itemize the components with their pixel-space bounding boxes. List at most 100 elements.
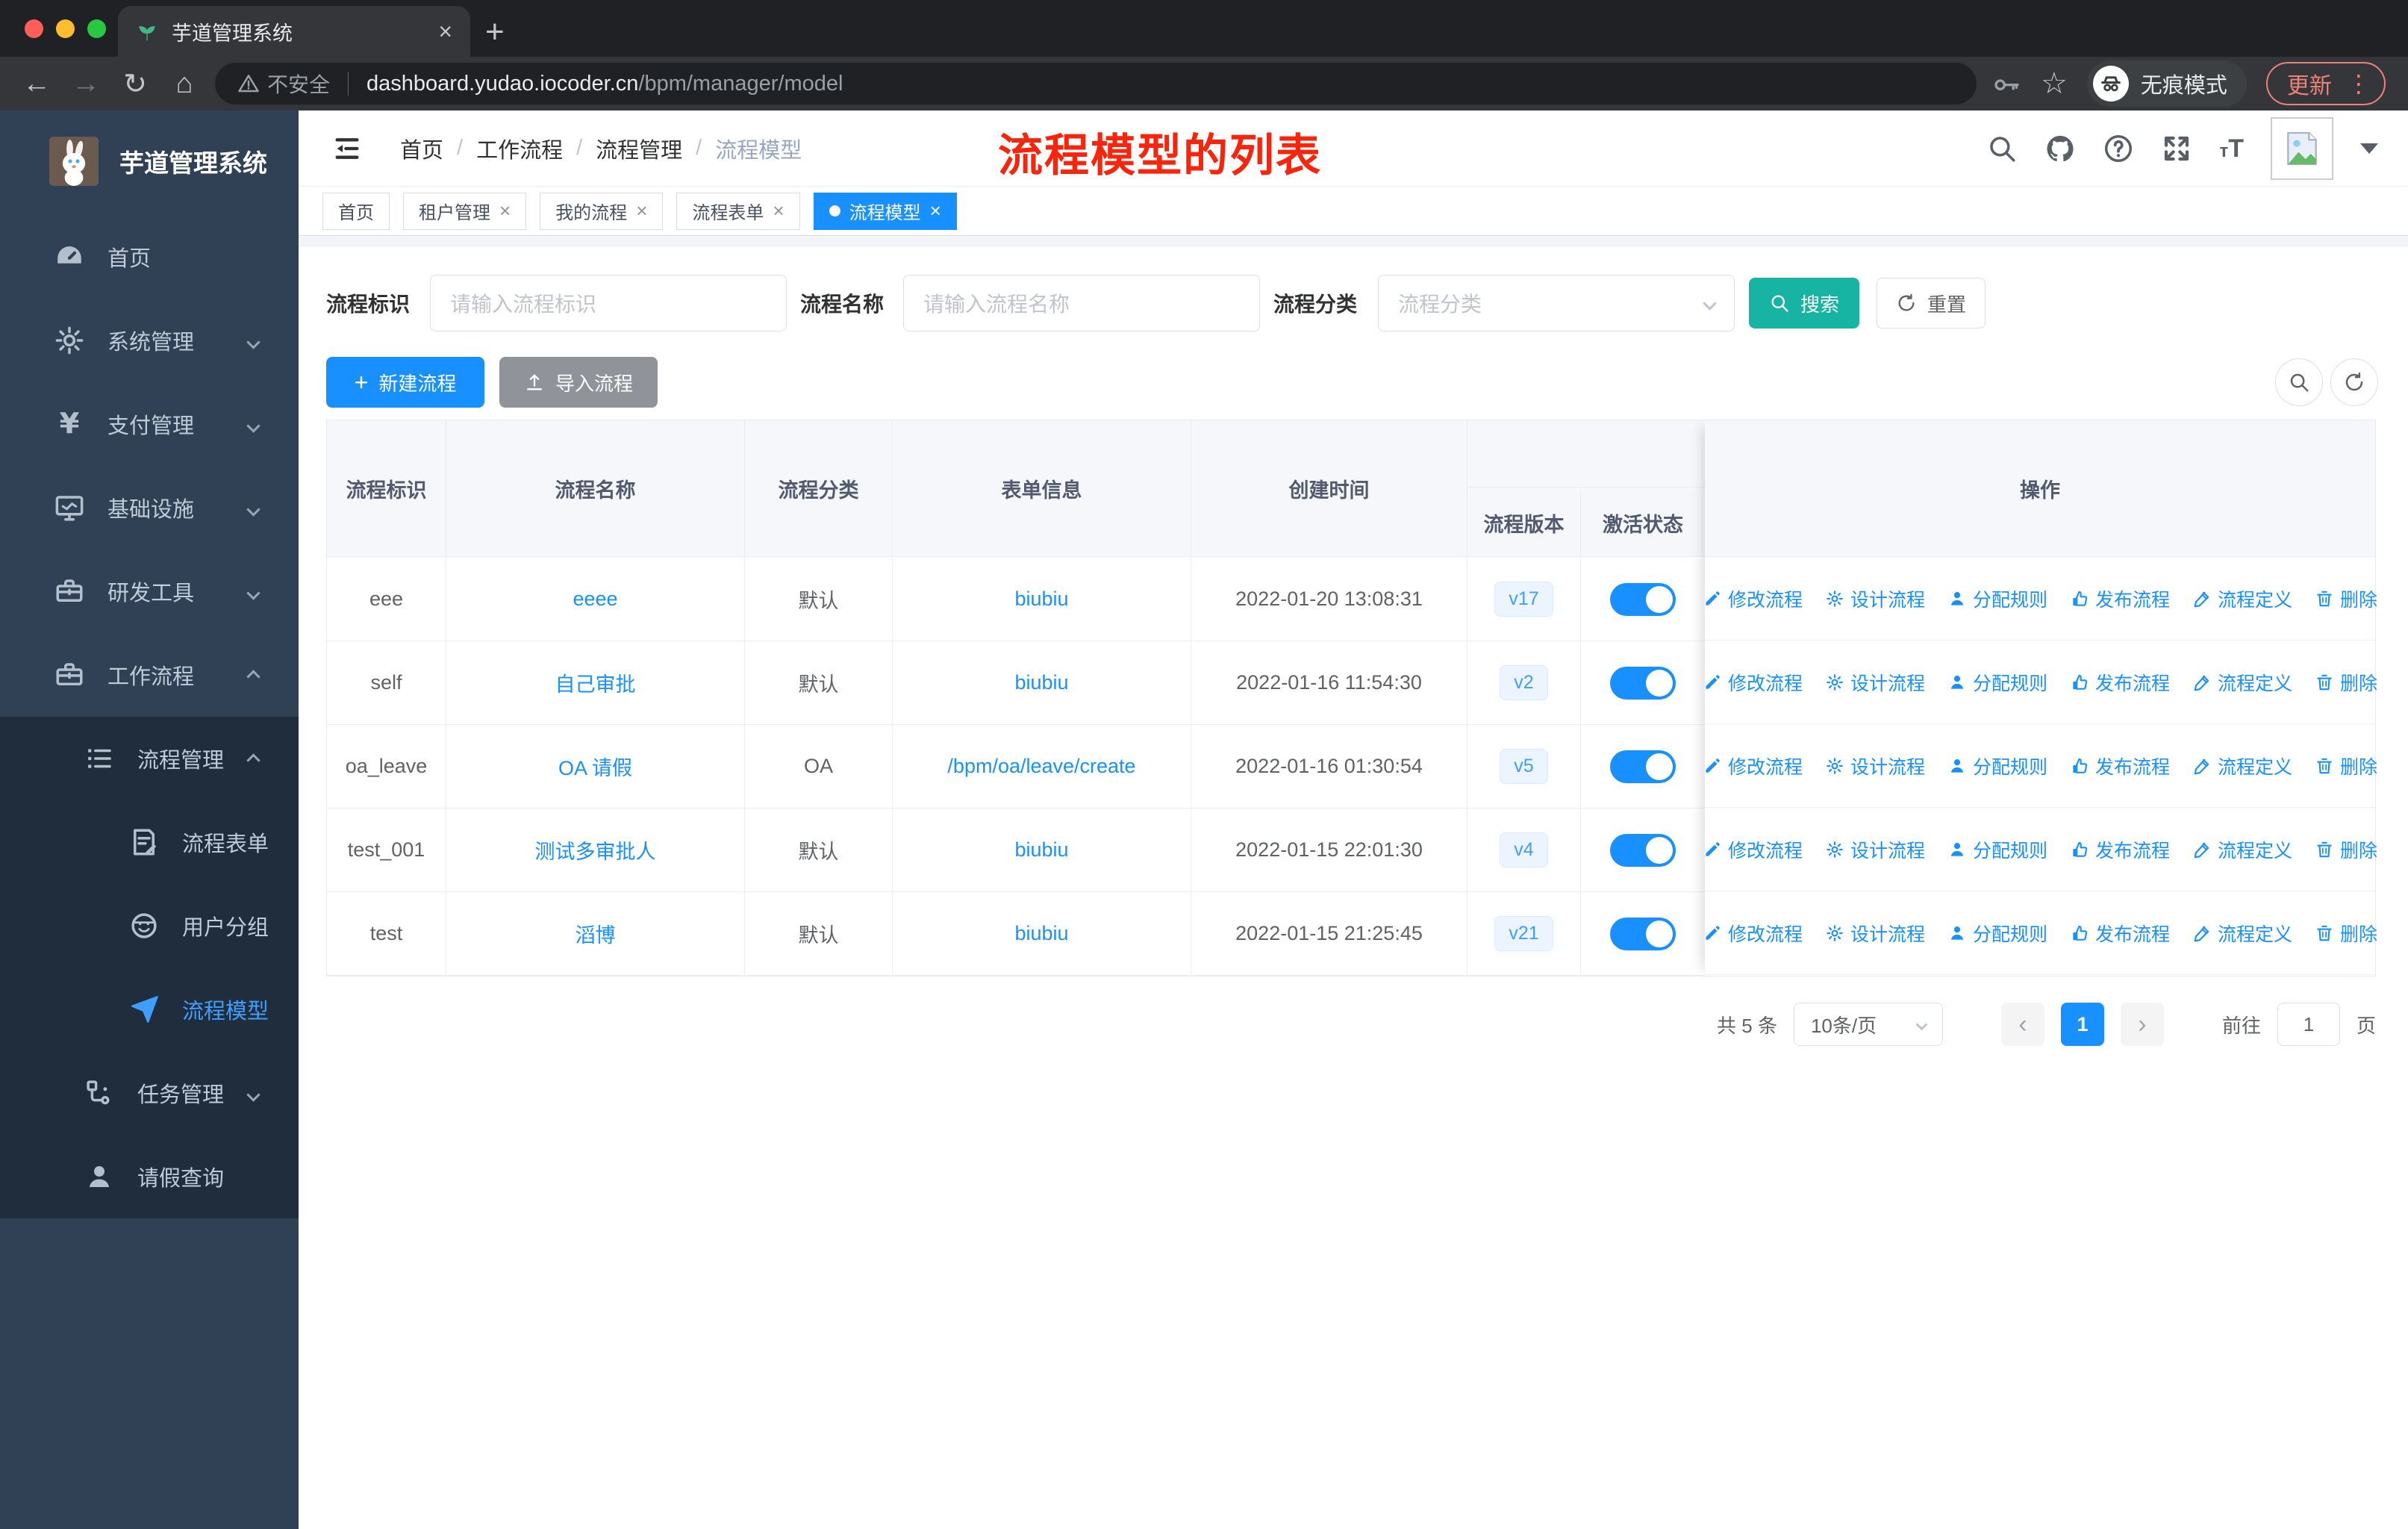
filter-name-input[interactable]: 请输入流程名称 bbox=[903, 275, 1260, 331]
action-流程定义[interactable]: 流程定义 bbox=[2192, 669, 2292, 696]
cell-form[interactable]: biubiu bbox=[893, 809, 1191, 891]
action-发布流程[interactable]: 发布流程 bbox=[2070, 753, 2170, 779]
cell-form[interactable]: biubiu bbox=[893, 558, 1191, 641]
cell-name[interactable]: 测试多审批人 bbox=[446, 809, 745, 891]
action-流程定义[interactable]: 流程定义 bbox=[2192, 836, 2292, 863]
search-icon[interactable] bbox=[1986, 133, 2018, 164]
cell-name[interactable]: OA 请假 bbox=[446, 725, 745, 808]
tag-流程表单[interactable]: 流程表单 × bbox=[676, 192, 800, 230]
active-toggle[interactable] bbox=[1610, 582, 1676, 616]
help-icon[interactable] bbox=[2103, 133, 2134, 164]
breadcrumb-item[interactable]: 工作流程 bbox=[476, 133, 563, 164]
avatar-caret-icon[interactable] bbox=[2360, 143, 2378, 154]
tag-首页[interactable]: 首页 bbox=[322, 192, 390, 230]
active-toggle[interactable] bbox=[1610, 917, 1676, 950]
filter-id-input[interactable]: 请输入流程标识 bbox=[430, 275, 787, 331]
action-发布流程[interactable]: 发布流程 bbox=[2070, 836, 2170, 863]
maximize-window-button[interactable] bbox=[87, 19, 106, 38]
cell-form[interactable]: biubiu bbox=[893, 892, 1191, 975]
back-icon[interactable]: ← bbox=[12, 68, 61, 100]
cell-name[interactable]: 自己审批 bbox=[446, 641, 745, 724]
tab-close-icon[interactable]: × bbox=[438, 18, 452, 46]
browser-tab[interactable]: 芋道管理系统 × bbox=[118, 6, 470, 57]
close-window-button[interactable] bbox=[25, 19, 43, 38]
bookmark-star-icon[interactable]: ☆ bbox=[2041, 66, 2068, 101]
sidebar-item-7[interactable]: 流程表单 bbox=[0, 800, 299, 884]
action-删除[interactable]: 删除 bbox=[2315, 669, 2377, 696]
action-分配规则[interactable]: 分配规则 bbox=[1947, 836, 2047, 863]
action-分配规则[interactable]: 分配规则 bbox=[1947, 669, 2047, 696]
tag-close-icon[interactable]: × bbox=[930, 199, 941, 222]
action-设计流程[interactable]: 设计流程 bbox=[1825, 920, 1925, 947]
sidebar-item-2[interactable]: ¥ 支付管理 bbox=[0, 382, 299, 466]
sidebar-item-3[interactable]: 基础设施 bbox=[0, 466, 299, 549]
github-icon[interactable] bbox=[2044, 133, 2076, 164]
action-设计流程[interactable]: 设计流程 bbox=[1825, 669, 1925, 696]
tag-租户管理[interactable]: 租户管理 × bbox=[403, 192, 527, 230]
action-修改流程[interactable]: 修改流程 bbox=[1703, 753, 1803, 779]
action-流程定义[interactable]: 流程定义 bbox=[2192, 753, 2292, 779]
fullscreen-icon[interactable] bbox=[2161, 133, 2192, 164]
action-删除[interactable]: 删除 bbox=[2315, 836, 2377, 863]
address-bar[interactable]: 不安全 dashboard.yudao.iocoder.cn /bpm/mana… bbox=[215, 63, 1977, 105]
goto-page-input[interactable]: 1 bbox=[2277, 1003, 2340, 1046]
cell-form[interactable]: /bpm/oa/leave/create bbox=[893, 725, 1191, 808]
next-page-button[interactable]: › bbox=[2120, 1003, 2164, 1046]
avatar[interactable] bbox=[2271, 117, 2333, 180]
sidebar-item-9[interactable]: 流程模型 bbox=[0, 968, 299, 1051]
tag-流程模型[interactable]: 流程模型 × bbox=[813, 192, 957, 230]
sidebar-item-1[interactable]: 系统管理 bbox=[0, 299, 299, 382]
refresh-table-button[interactable] bbox=[2330, 358, 2378, 406]
page-1-button[interactable]: 1 bbox=[2060, 1003, 2104, 1046]
action-修改流程[interactable]: 修改流程 bbox=[1703, 669, 1803, 696]
action-分配规则[interactable]: 分配规则 bbox=[1947, 920, 2047, 947]
sidebar-item-11[interactable]: 请假查询 bbox=[0, 1135, 299, 1218]
action-流程定义[interactable]: 流程定义 bbox=[2192, 585, 2292, 612]
sidebar-logo-row[interactable]: 芋道管理系统 bbox=[0, 125, 299, 197]
action-删除[interactable]: 删除 bbox=[2315, 920, 2377, 947]
security-warning[interactable]: 不安全 bbox=[237, 69, 330, 99]
reset-button[interactable]: 重置 bbox=[1877, 278, 1986, 328]
action-发布流程[interactable]: 发布流程 bbox=[2070, 920, 2170, 947]
action-设计流程[interactable]: 设计流程 bbox=[1825, 836, 1925, 863]
search-button[interactable]: 搜索 bbox=[1749, 278, 1859, 328]
action-设计流程[interactable]: 设计流程 bbox=[1825, 585, 1925, 612]
tag-close-icon[interactable]: × bbox=[773, 199, 784, 222]
active-toggle[interactable] bbox=[1610, 833, 1676, 867]
breadcrumb-item[interactable]: 流程管理 bbox=[596, 133, 682, 164]
cell-name[interactable]: eeee bbox=[446, 558, 745, 641]
sidebar-fold-icon[interactable] bbox=[330, 134, 364, 164]
action-分配规则[interactable]: 分配规则 bbox=[1947, 585, 2047, 612]
window-controls[interactable] bbox=[25, 19, 106, 38]
show-search-toggle-button[interactable] bbox=[2275, 358, 2323, 406]
filter-category-select[interactable]: 流程分类 bbox=[1378, 275, 1735, 331]
menu-kebab-icon[interactable]: ⋮ bbox=[2347, 69, 2371, 98]
tag-close-icon[interactable]: × bbox=[499, 199, 511, 222]
sidebar-item-8[interactable]: 用户分组 bbox=[0, 884, 299, 968]
forward-icon[interactable]: → bbox=[61, 68, 110, 100]
active-toggle[interactable] bbox=[1610, 750, 1676, 783]
create-process-button[interactable]: + 新建流程 bbox=[326, 357, 484, 408]
home-icon[interactable]: ⌂ bbox=[160, 68, 209, 100]
breadcrumb-item[interactable]: 首页 bbox=[400, 133, 443, 164]
reload-icon[interactable]: ↻ bbox=[110, 67, 160, 101]
sidebar-item-0[interactable]: 首页 bbox=[0, 215, 299, 299]
tag-close-icon[interactable]: × bbox=[636, 199, 647, 222]
import-process-button[interactable]: 导入流程 bbox=[499, 357, 658, 408]
cell-name[interactable]: 滔博 bbox=[446, 892, 745, 975]
action-修改流程[interactable]: 修改流程 bbox=[1703, 836, 1803, 863]
action-流程定义[interactable]: 流程定义 bbox=[2192, 920, 2292, 947]
page-size-select[interactable]: 10条/页 bbox=[1793, 1003, 1943, 1046]
update-button[interactable]: 更新 ⋮ bbox=[2265, 62, 2386, 105]
cell-form[interactable]: biubiu bbox=[893, 641, 1191, 724]
minimize-window-button[interactable] bbox=[56, 19, 75, 38]
action-删除[interactable]: 删除 bbox=[2315, 585, 2377, 612]
action-修改流程[interactable]: 修改流程 bbox=[1703, 585, 1803, 612]
new-tab-button[interactable]: + bbox=[485, 13, 505, 51]
active-toggle[interactable] bbox=[1610, 666, 1676, 700]
font-size-icon[interactable]: тT bbox=[2219, 134, 2244, 164]
action-发布流程[interactable]: 发布流程 bbox=[2070, 669, 2170, 696]
action-删除[interactable]: 删除 bbox=[2315, 753, 2377, 779]
action-设计流程[interactable]: 设计流程 bbox=[1825, 753, 1925, 779]
sidebar-item-4[interactable]: 研发工具 bbox=[0, 549, 299, 633]
